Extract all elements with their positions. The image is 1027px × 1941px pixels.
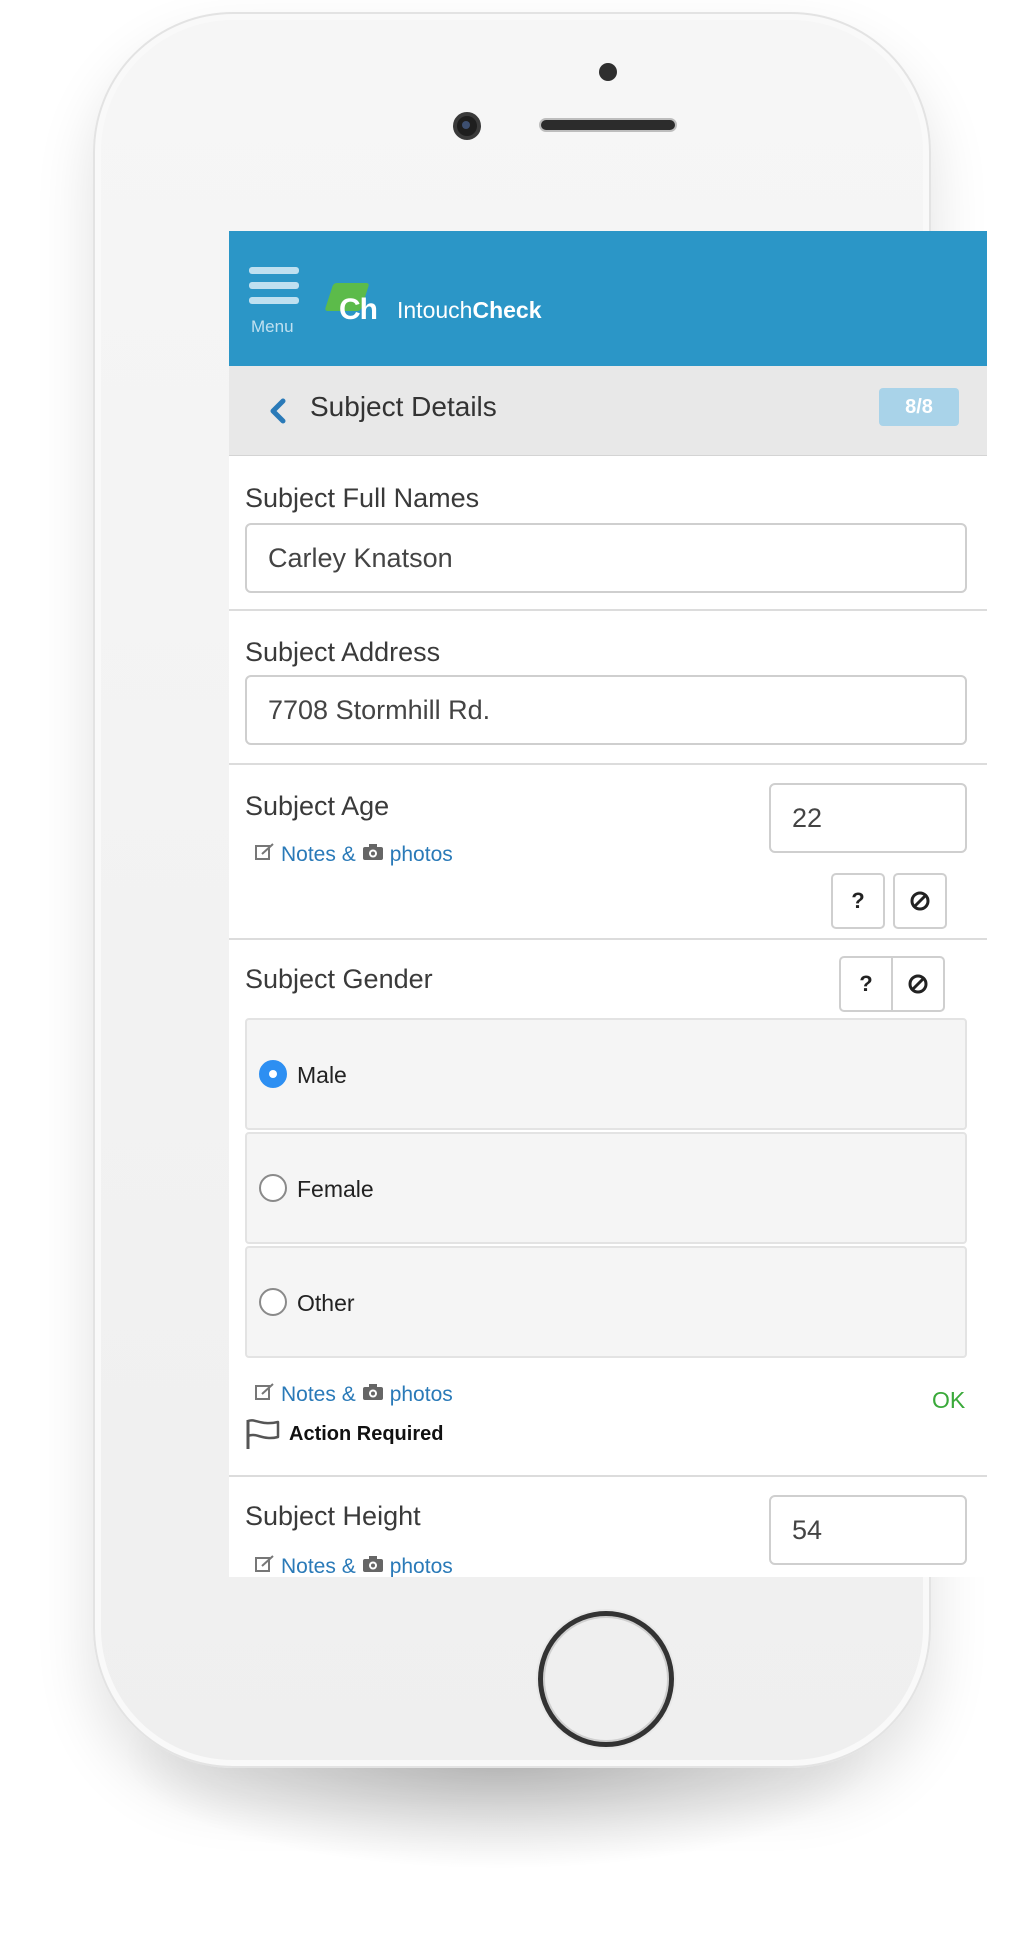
radio-button[interactable] (259, 1174, 287, 1202)
address-input[interactable]: 7708 Stormhill Rd. (245, 675, 967, 745)
validation-status: OK (932, 1387, 966, 1413)
flag-icon (246, 1419, 280, 1449)
subheader-bar: Subject Details 8/8 (229, 366, 987, 456)
app-screen: Menu Ch IntouchCheck Subject Details 8/8… (229, 231, 987, 1577)
age-input[interactable]: 22 (769, 783, 967, 853)
section-full-names: Subject Full Names Carley Knatson (229, 457, 987, 611)
gender-option-female[interactable]: Female (245, 1132, 967, 1244)
height-notes-photos-link[interactable]: Notes & photos (255, 1555, 453, 1577)
edit-icon (255, 843, 275, 867)
age-not-applicable-button[interactable] (893, 873, 947, 929)
gender-notes-photos-link[interactable]: Notes & photos (255, 1383, 453, 1407)
menu-button[interactable]: Menu (249, 267, 309, 339)
age-notes-photos-link[interactable]: Notes & photos (255, 843, 453, 867)
phone-frame: Menu Ch IntouchCheck Subject Details 8/8… (93, 12, 987, 1768)
gender-not-applicable-button[interactable] (891, 956, 945, 1012)
gender-option-other[interactable]: Other (245, 1246, 967, 1358)
radio-button-selected[interactable] (259, 1060, 287, 1088)
front-sensor (599, 63, 617, 81)
camera-icon (362, 1555, 384, 1577)
action-required-flag[interactable]: Action Required (245, 1418, 443, 1450)
not-applicable-icon (910, 891, 930, 911)
address-label: Subject Address (245, 637, 441, 667)
edit-icon (255, 1383, 275, 1407)
app-header: Menu Ch IntouchCheck (229, 231, 987, 366)
gender-option-male[interactable]: Male (245, 1018, 967, 1130)
option-label: Other (297, 1290, 355, 1316)
section-age: Subject Age 22 Notes & photos ? (229, 765, 987, 940)
option-label: Female (297, 1176, 374, 1202)
section-gender: Subject Gender ? Male Female Other Notes… (229, 940, 987, 1477)
hamburger-icon (249, 267, 299, 274)
earpiece-speaker (539, 118, 677, 132)
full-names-label: Subject Full Names (245, 483, 480, 513)
section-address: Subject Address 7708 Stormhill Rd. (229, 611, 987, 765)
height-input[interactable]: 54 (769, 1495, 967, 1565)
logo-icon: Ch (324, 281, 389, 331)
brand-name: IntouchCheck (397, 297, 542, 323)
page-title: Subject Details (310, 391, 497, 422)
back-chevron-icon[interactable] (265, 396, 291, 426)
camera-icon (362, 843, 384, 867)
option-label: Male (297, 1062, 347, 1088)
height-label: Subject Height (245, 1501, 421, 1531)
section-height: Subject Height 54 Notes & photos (229, 1477, 987, 1577)
radio-button[interactable] (259, 1288, 287, 1316)
full-names-input[interactable]: Carley Knatson (245, 523, 967, 593)
gender-help-button[interactable]: ? (839, 956, 893, 1012)
camera-icon (362, 1383, 384, 1407)
front-camera (453, 112, 481, 140)
menu-label: Menu (251, 317, 294, 336)
not-applicable-icon (908, 974, 928, 994)
edit-icon (255, 1555, 275, 1577)
age-help-button[interactable]: ? (831, 873, 885, 929)
step-badge: 8/8 (879, 388, 959, 426)
home-button[interactable] (538, 1611, 674, 1747)
age-label: Subject Age (245, 791, 390, 821)
gender-label: Subject Gender (245, 964, 433, 994)
